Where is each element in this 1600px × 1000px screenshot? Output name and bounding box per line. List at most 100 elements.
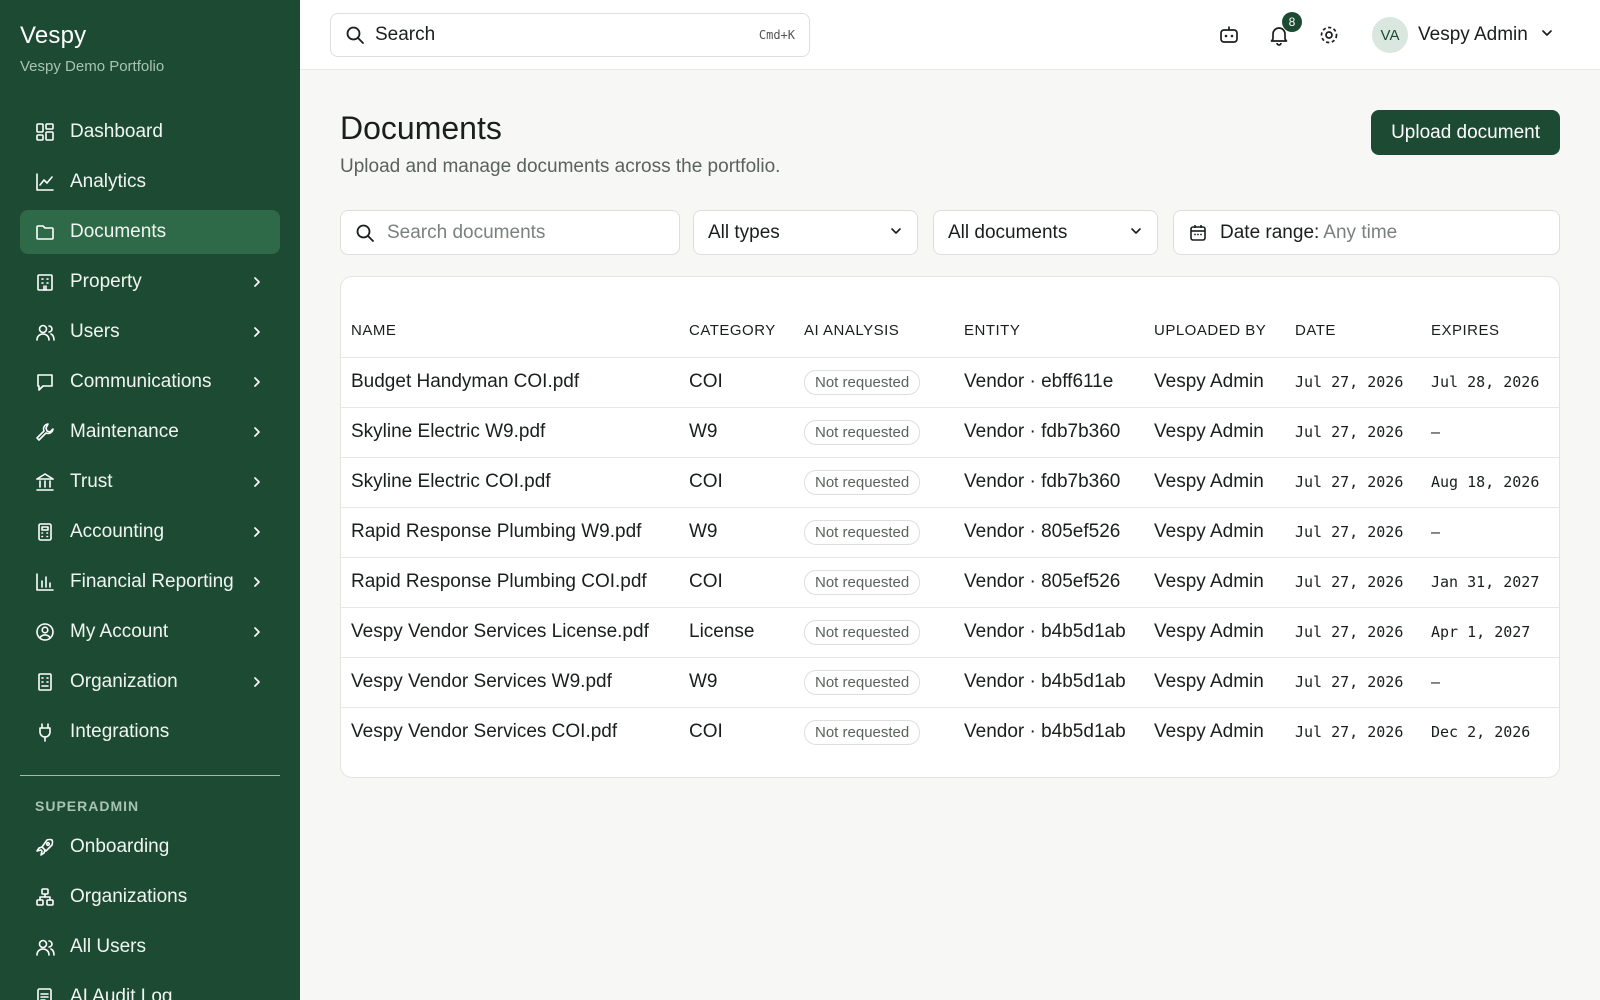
sidebar-item-organizations[interactable]: Organizations	[20, 875, 280, 919]
date-range-label: Date range:	[1220, 221, 1320, 243]
uploaded-by-cell: Vespy Admin	[1144, 507, 1285, 558]
sidebar-item-label: Onboarding	[70, 836, 170, 857]
document-name-cell[interactable]: Vespy Vendor Services W9.pdf	[341, 657, 679, 708]
document-search-input[interactable]: Search documents	[387, 222, 665, 244]
uploaded-by-cell: Vespy Admin	[1144, 457, 1285, 508]
document-name-cell[interactable]: Rapid Response Plumbing COI.pdf	[341, 557, 679, 608]
date-cell: Jul 27, 2026	[1285, 657, 1421, 708]
sidebar-item-financial-reporting[interactable]: Financial Reporting	[20, 560, 280, 604]
column-header-entity[interactable]: ENTITY	[954, 277, 1144, 358]
ai-assistant-icon[interactable]	[1216, 22, 1242, 48]
date-cell: Jul 27, 2026	[1295, 723, 1404, 742]
document-name-cell[interactable]: Skyline Electric W9.pdf	[341, 407, 679, 458]
date-cell: Jul 27, 2026	[1285, 507, 1421, 558]
document-name-cell[interactable]: Vespy Vendor Services COI.pdf	[341, 707, 679, 757]
sidebar-item-all-users[interactable]: All Users	[20, 925, 280, 969]
sidebar-item-accounting[interactable]: Accounting	[20, 510, 280, 554]
sidebar-item-property[interactable]: Property	[20, 260, 280, 304]
table-row[interactable]: Rapid Response Plumbing W9.pdf W9 Not requ…	[341, 507, 1559, 558]
avatar: VA	[1372, 17, 1408, 53]
chevron-right-icon	[250, 475, 264, 489]
sidebar-item-label: Organizations	[70, 886, 188, 907]
folder-icon	[34, 221, 56, 243]
document-search[interactable]: Search documents	[340, 210, 680, 255]
chevron-right-icon	[250, 675, 264, 689]
superadmin-nav: Onboarding Organizations All Users AI Audit…	[20, 825, 280, 1000]
table-header-row: NAME CATEGORY AI ANALYSIS ENTITY UPLOADED BY…	[341, 277, 1559, 358]
document-name-cell[interactable]: Budget Handyman COI.pdf	[341, 357, 679, 408]
chevron-right-icon	[250, 325, 264, 339]
sidebar-item-my-account[interactable]: My Account	[20, 610, 280, 654]
entity-cell: Vendor · b4b5d1ab	[964, 721, 1126, 743]
expires-cell: —	[1421, 657, 1559, 708]
category-cell: License	[679, 607, 794, 658]
sidebar-item-label: Dashboard	[70, 121, 163, 142]
table-row[interactable]: Rapid Response Plumbing COI.pdf COI Not re…	[341, 557, 1559, 608]
document-name-cell[interactable]: Rapid Response Plumbing W9.pdf	[341, 507, 679, 558]
expires-cell: Aug 18, 2026	[1421, 457, 1559, 508]
sidebar-item-label: Trust	[70, 471, 113, 492]
expires-cell: Jan 31, 2027	[1421, 557, 1559, 608]
sidebar-item-organization[interactable]: Organization	[20, 660, 280, 704]
document-name-cell[interactable]: Skyline Electric COI.pdf	[341, 457, 679, 508]
sidebar-item-ai-audit-log[interactable]: AI Audit Log	[20, 975, 280, 1000]
sidebar-item-analytics[interactable]: Analytics	[20, 160, 280, 204]
category-cell: W9	[679, 657, 794, 708]
chart-line-icon	[34, 171, 56, 193]
notifications-icon[interactable]: 8	[1266, 12, 1302, 48]
table-row[interactable]: Skyline Electric W9.pdf W9 Not requested Ve…	[341, 407, 1559, 458]
brand: Vespy Vespy Demo Portfolio	[20, 22, 164, 75]
table-row[interactable]: Skyline Electric COI.pdf COI Not requested…	[341, 457, 1559, 508]
column-header-date[interactable]: DATE	[1285, 277, 1421, 358]
settings-gear-icon[interactable]	[1316, 22, 1342, 48]
date-cell: Jul 27, 2026	[1285, 357, 1421, 408]
ai-status-badge: Not requested	[804, 619, 921, 645]
global-search-input[interactable]: Search	[375, 24, 759, 46]
column-header-category[interactable]: CATEGORY	[679, 277, 794, 358]
sidebar-item-label: Maintenance	[70, 421, 179, 442]
app-name[interactable]: Vespy	[20, 22, 164, 50]
column-header-name[interactable]: NAME	[341, 277, 679, 358]
date-range-value: Any time	[1323, 221, 1398, 243]
sidebar-item-dashboard[interactable]: Dashboard	[20, 110, 280, 154]
rocket-icon	[34, 836, 56, 858]
documents-table-card: NAME CATEGORY AI ANALYSIS ENTITY UPLOADED BY…	[340, 276, 1560, 778]
upload-document-button[interactable]: Upload document	[1371, 110, 1560, 155]
uploaded-by-cell: Vespy Admin	[1154, 721, 1264, 743]
uploaded-by-cell: Vespy Admin	[1144, 657, 1285, 708]
user-menu[interactable]: VA Vespy Admin	[1372, 17, 1554, 53]
plug-icon	[34, 721, 56, 743]
sidebar-item-integrations[interactable]: Integrations	[20, 710, 280, 754]
column-header-ai-analysis[interactable]: AI ANALYSIS	[794, 277, 954, 358]
uploaded-by-cell: Vespy Admin	[1144, 607, 1285, 658]
office-icon	[34, 671, 56, 693]
ai-analysis-cell: Not requested	[794, 657, 954, 708]
sidebar-item-onboarding[interactable]: Onboarding	[20, 825, 280, 869]
sidebar-item-communications[interactable]: Communications	[20, 360, 280, 404]
table-row[interactable]: Budget Handyman COI.pdf COI Not requested V…	[341, 357, 1559, 408]
sidebar-item-trust[interactable]: Trust	[20, 460, 280, 504]
global-search[interactable]: Search Cmd+K	[330, 13, 810, 57]
document-name-cell[interactable]: Vespy Vendor Services License.pdf	[341, 607, 679, 658]
table-row[interactable]: Vespy Vendor Services W9.pdf W9 Not reques…	[341, 657, 1559, 708]
bar-chart-icon	[34, 571, 56, 593]
chevron-right-icon	[250, 375, 264, 389]
type-filter-select[interactable]: All types	[693, 210, 918, 255]
sidebar-item-label: Integrations	[70, 721, 170, 742]
column-header-expires[interactable]: EXPIRES	[1421, 277, 1559, 358]
column-header-uploaded-by[interactable]: UPLOADED BY	[1144, 277, 1285, 358]
chevron-down-icon	[1129, 222, 1143, 244]
sidebar-item-label: Communications	[70, 371, 212, 392]
user-name: Vespy Admin	[1418, 24, 1528, 45]
table-row[interactable]: Vespy Vendor Services License.pdf License…	[341, 607, 1559, 658]
table-row[interactable]: Vespy Vendor Services COI.pdf COI Not requ…	[341, 707, 1559, 757]
documents-table: NAME CATEGORY AI ANALYSIS ENTITY UPLOADED BY…	[341, 277, 1559, 757]
sidebar-item-documents[interactable]: Documents	[20, 210, 280, 254]
sidebar-item-maintenance[interactable]: Maintenance	[20, 410, 280, 454]
notification-badge: 8	[1282, 12, 1302, 32]
sidebar-item-users[interactable]: Users	[20, 310, 280, 354]
entity-cell: Vendor · fdb7b360	[954, 457, 1144, 508]
scope-filter-select[interactable]: All documents	[933, 210, 1158, 255]
date-range-filter[interactable]: Date range: Any time	[1173, 210, 1560, 255]
uploaded-by-cell: Vespy Admin	[1144, 557, 1285, 608]
